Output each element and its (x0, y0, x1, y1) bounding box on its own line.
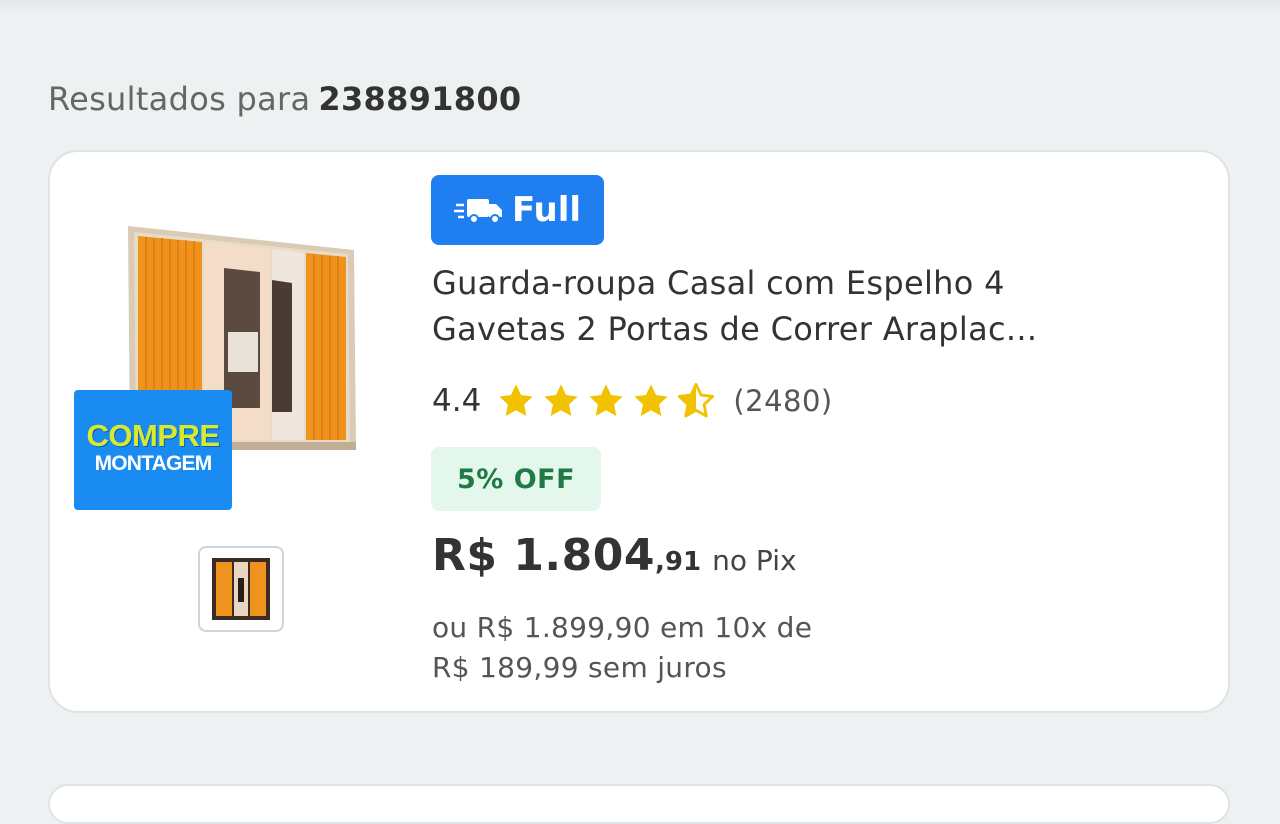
payment-method: no Pix (712, 544, 797, 577)
star-rating (495, 380, 717, 422)
review-count[interactable]: (2480) (733, 384, 832, 418)
full-shipping-badge: Full (431, 175, 604, 245)
assembly-badge: COMPRE MONTAGEM (74, 390, 232, 510)
results-heading: Resultados para 238891800 (48, 80, 522, 118)
image-thumbnail[interactable] (198, 546, 284, 632)
installments-line1: ou R$ 1.899,90 em 10x de (432, 611, 813, 644)
rating-value: 4.4 (432, 383, 482, 419)
installments-line2: R$ 189,99 sem juros (432, 651, 727, 684)
assembly-badge-line2: MONTAGEM (94, 452, 213, 475)
star-half-icon (678, 382, 715, 418)
discount-badge: 5% OFF (431, 447, 601, 511)
product-title[interactable]: Guarda-roupa Casal com Espelho 4 Gavetas… (432, 260, 1132, 352)
search-query: 238891800 (318, 80, 522, 118)
results-label: Resultados para (48, 80, 311, 118)
rating-row: 4.4 (2480) (432, 378, 833, 424)
full-badge-label: Full (511, 190, 582, 230)
product-card[interactable]: COMPRE MONTAGEM Full Guarda-roupa Casal … (48, 150, 1230, 713)
next-product-card[interactable] (48, 784, 1230, 824)
star-icon (499, 384, 533, 417)
truck-icon (453, 199, 502, 224)
product-title-line2: Gavetas 2 Portas de Correr Araplac... (432, 310, 1038, 348)
star-icon (634, 384, 668, 417)
installments: ou R$ 1.899,90 em 10x de R$ 189,99 sem j… (432, 608, 812, 688)
top-bar (0, 0, 1280, 14)
thumbnail-image (212, 558, 270, 620)
star-icon (544, 384, 578, 417)
price-main: R$ 1.804 (432, 530, 655, 581)
price-cents: ,91 (655, 547, 702, 577)
assembly-badge-line1: COMPRE (86, 418, 220, 453)
product-title-line1: Guarda-roupa Casal com Espelho 4 (432, 264, 1005, 302)
star-icon (589, 384, 623, 417)
price: R$ 1.804,91 no Pix (432, 530, 797, 581)
